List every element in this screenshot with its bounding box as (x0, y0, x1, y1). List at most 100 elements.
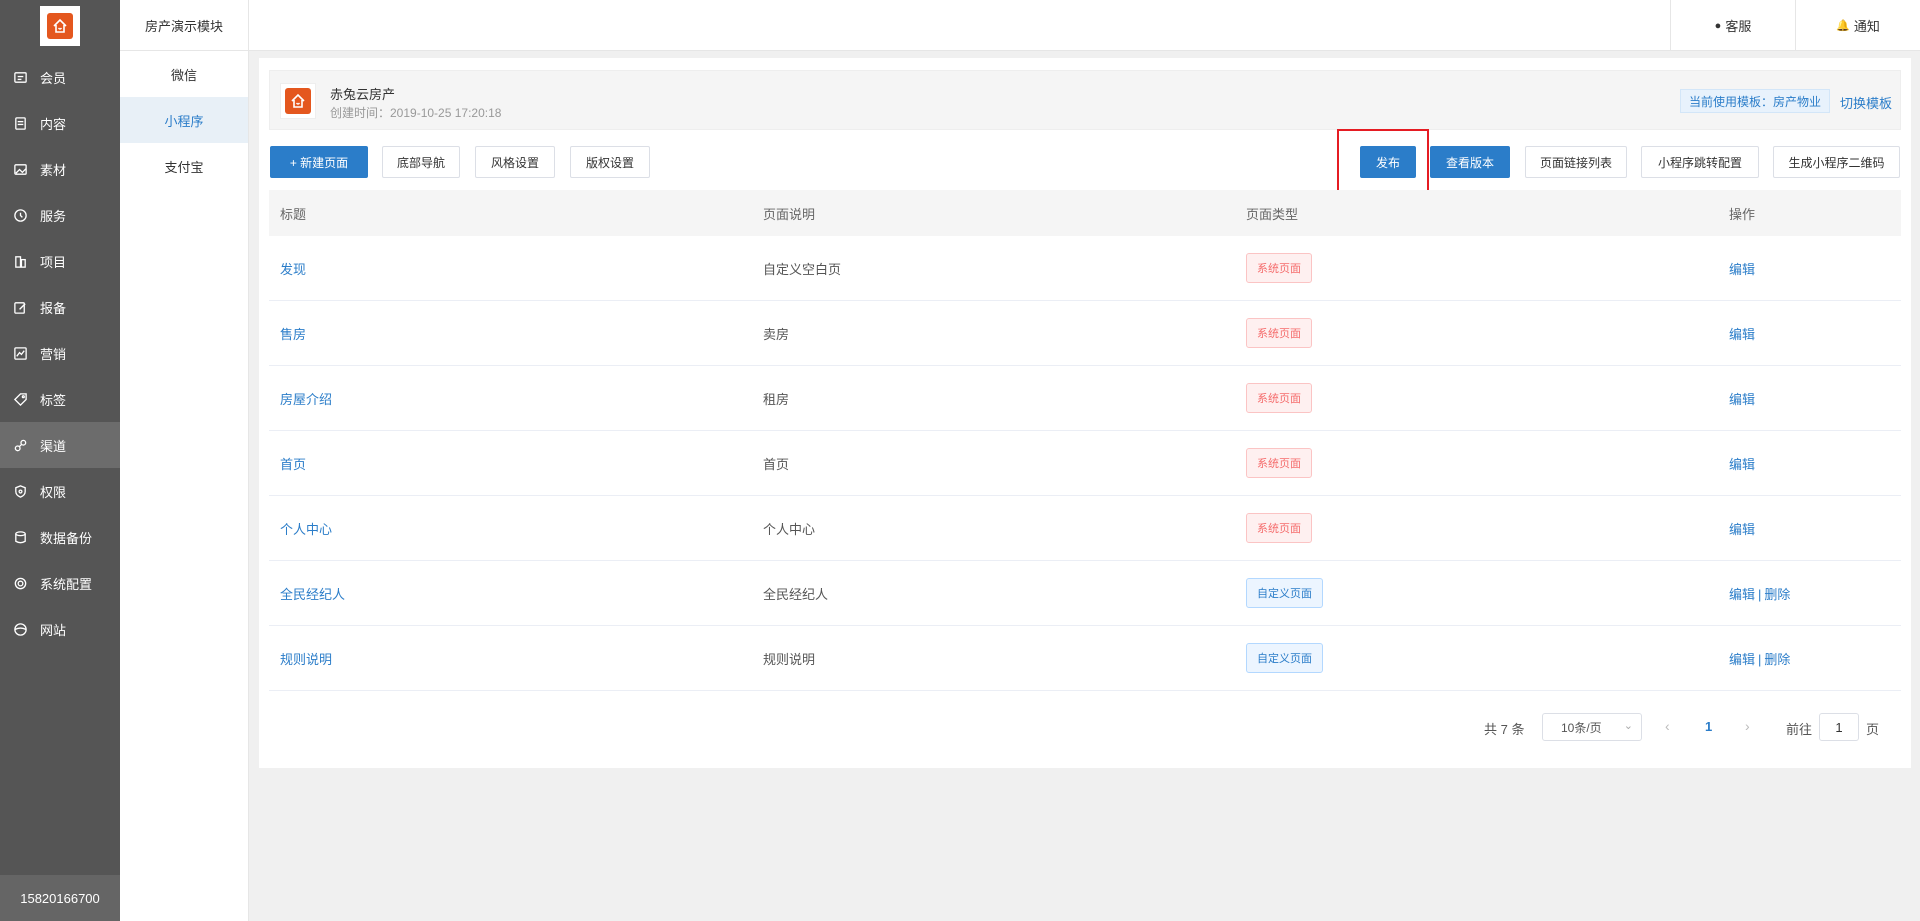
generate-qrcode-button[interactable]: 生成小程序二维码 (1773, 146, 1900, 178)
edit-link[interactable]: 编辑 (1729, 587, 1755, 602)
delete-link[interactable]: 删除 (1764, 652, 1790, 667)
row-actions: 编辑 (1718, 454, 1901, 473)
page-type-tag: 系统页面 (1246, 448, 1312, 478)
edit-link[interactable]: 编辑 (1729, 262, 1755, 277)
sub-menu-item-1[interactable]: 小程序 (120, 97, 248, 143)
sidebar-item-label: 项目 (40, 254, 67, 270)
sidebar-item-5[interactable]: 报备 (0, 284, 120, 330)
page-type-tag: 系统页面 (1246, 513, 1312, 543)
table-header: 标题 页面说明 页面类型 操作 (269, 190, 1901, 236)
edit-link[interactable]: 编辑 (1729, 327, 1755, 342)
current-template-badge: 当前使用模板：房产物业 (1679, 89, 1830, 113)
sidebar-item-label: 标签 (40, 392, 67, 408)
sidebar-item-7[interactable]: 标签 (0, 376, 120, 422)
edit-icon (12, 299, 28, 315)
edit-link[interactable]: 编辑 (1729, 457, 1755, 472)
table-body: 发现 自定义空白页 系统页面 编辑 售房 卖房 系统页面 编辑 房屋介绍 租房 系统页面 编辑 首页 首页… (269, 236, 1901, 691)
sidebar-item-0[interactable]: 会员 (0, 54, 120, 100)
page-desc: 首页 (763, 456, 790, 472)
delete-link[interactable]: 删除 (1764, 587, 1790, 602)
page-links-button[interactable]: 页面链接列表 (1525, 146, 1627, 178)
goto-page-input[interactable] (1819, 713, 1859, 741)
page-title-link[interactable]: 首页 (280, 457, 306, 472)
app-name: 赤兔云房产 (330, 87, 396, 102)
page-title-link[interactable]: 全民经纪人 (280, 587, 345, 602)
account-phone[interactable]: 15820166700 (0, 875, 120, 921)
table-row: 全民经纪人 全民经纪人 自定义页面 编辑 | 删除 (269, 561, 1901, 626)
style-settings-button[interactable]: 风格设置 (475, 146, 555, 178)
sidebar-item-2[interactable]: 素材 (0, 146, 120, 192)
edit-link[interactable]: 编辑 (1729, 522, 1755, 537)
main-sidebar: 会员内容素材服务项目报备营销标签渠道权限 数据备份系统配置网站 158201667… (0, 0, 120, 921)
action-separator: | (1758, 651, 1762, 667)
gear-icon (12, 575, 28, 591)
sidebar-nav: 会员内容素材服务项目报备营销标签渠道权限 数据备份系统配置网站 (0, 54, 120, 652)
header-type: 页面类型 (1246, 206, 1299, 222)
chat-icon: ● (1714, 19, 1722, 32)
goto-label: 前往 (1786, 722, 1813, 737)
app-logo (280, 83, 316, 119)
app-created-time: 创建时间：2019-10-25 17:20:18 (330, 106, 502, 120)
row-actions: 编辑 | 删除 (1718, 649, 1901, 668)
copyright-settings-button[interactable]: 版权设置 (570, 146, 650, 178)
total-count: 共 7 条 (1484, 722, 1525, 737)
row-actions: 编辑 (1718, 389, 1901, 408)
sub-menu-item-0[interactable]: 微信 (120, 51, 248, 97)
bottom-nav-button[interactable]: 底部导航 (382, 146, 460, 178)
sidebar-item-11[interactable]: 系统配置 (0, 560, 120, 606)
next-page-icon[interactable]: › (1745, 718, 1750, 734)
document-icon (12, 115, 28, 131)
app-info-panel: 赤兔云房产 创建时间：2019-10-25 17:20:18 当前使用模板：房产… (269, 70, 1901, 130)
page-title-link[interactable]: 售房 (280, 327, 306, 342)
sidebar-item-label: 系统配置 (40, 576, 93, 592)
edit-link[interactable]: 编辑 (1729, 392, 1755, 407)
publish-button[interactable]: 发布 (1360, 146, 1416, 178)
sidebar-item-label: 会员 (40, 70, 67, 86)
sidebar-item-8[interactable]: 渠道 (0, 422, 120, 468)
edit-link[interactable]: 编辑 (1729, 652, 1755, 667)
sidebar-item-6[interactable]: 营销 (0, 330, 120, 376)
sidebar-item-label: 渠道 (40, 438, 67, 454)
page-title-link[interactable]: 发现 (280, 262, 306, 277)
sidebar-item-9[interactable]: 权限 (0, 468, 120, 514)
prev-page-icon[interactable]: ‹ (1665, 718, 1670, 734)
table-row: 个人中心 个人中心 系统页面 编辑 (269, 496, 1901, 561)
page-size-select[interactable]: 10条/页 ⌄ (1542, 713, 1642, 741)
sidebar-item-label: 素材 (40, 162, 67, 178)
page-type-tag: 自定义页面 (1246, 578, 1323, 608)
switch-template-link[interactable]: 切换模板 (1840, 93, 1892, 112)
member-card-icon (12, 69, 28, 85)
page-title-link[interactable]: 个人中心 (280, 522, 332, 537)
sidebar-item-label: 内容 (40, 116, 67, 132)
page-type-tag: 自定义页面 (1246, 643, 1323, 673)
sidebar-item-10[interactable]: 数据备份 (0, 514, 120, 560)
sub-menu-item-2[interactable]: 支付宝 (120, 143, 248, 189)
row-actions: 编辑 (1718, 324, 1901, 343)
customer-service-button[interactable]: ● 客服 (1670, 0, 1795, 51)
sidebar-item-1[interactable]: 内容 (0, 100, 120, 146)
page-type-tag: 系统页面 (1246, 318, 1312, 348)
brand-logo[interactable] (40, 6, 80, 46)
customer-service-label: 客服 (1725, 19, 1752, 34)
house-logo-icon (285, 88, 311, 114)
page-title-link[interactable]: 房屋介绍 (280, 392, 332, 407)
chart-icon (12, 345, 28, 361)
sub-menu: 房产演示模块 微信 小程序 支付宝 (120, 0, 249, 921)
new-page-button[interactable]: + 新建页面 (270, 146, 368, 178)
sidebar-item-12[interactable]: 网站 (0, 606, 120, 652)
table-row: 售房 卖房 系统页面 编辑 (269, 301, 1901, 366)
channel-icon (12, 437, 28, 453)
sidebar-item-label: 报备 (40, 300, 67, 316)
notification-button[interactable]: 🔔 通知 (1795, 0, 1920, 51)
sidebar-item-3[interactable]: 服务 (0, 192, 120, 238)
current-page[interactable]: 1 (1705, 719, 1712, 734)
page-desc: 规则说明 (763, 651, 816, 667)
mini-jump-config-button[interactable]: 小程序跳转配置 (1641, 146, 1759, 178)
pagination: 共 7 条 10条/页 ⌄ ‹ 1 › 前往 页 (259, 713, 1911, 743)
database-icon (12, 529, 28, 545)
page-title-link[interactable]: 规则说明 (280, 652, 332, 667)
view-version-button[interactable]: 查看版本 (1430, 146, 1510, 178)
sidebar-item-4[interactable]: 项目 (0, 238, 120, 284)
page-type-tag: 系统页面 (1246, 383, 1312, 413)
table-row: 规则说明 规则说明 自定义页面 编辑 | 删除 (269, 626, 1901, 691)
